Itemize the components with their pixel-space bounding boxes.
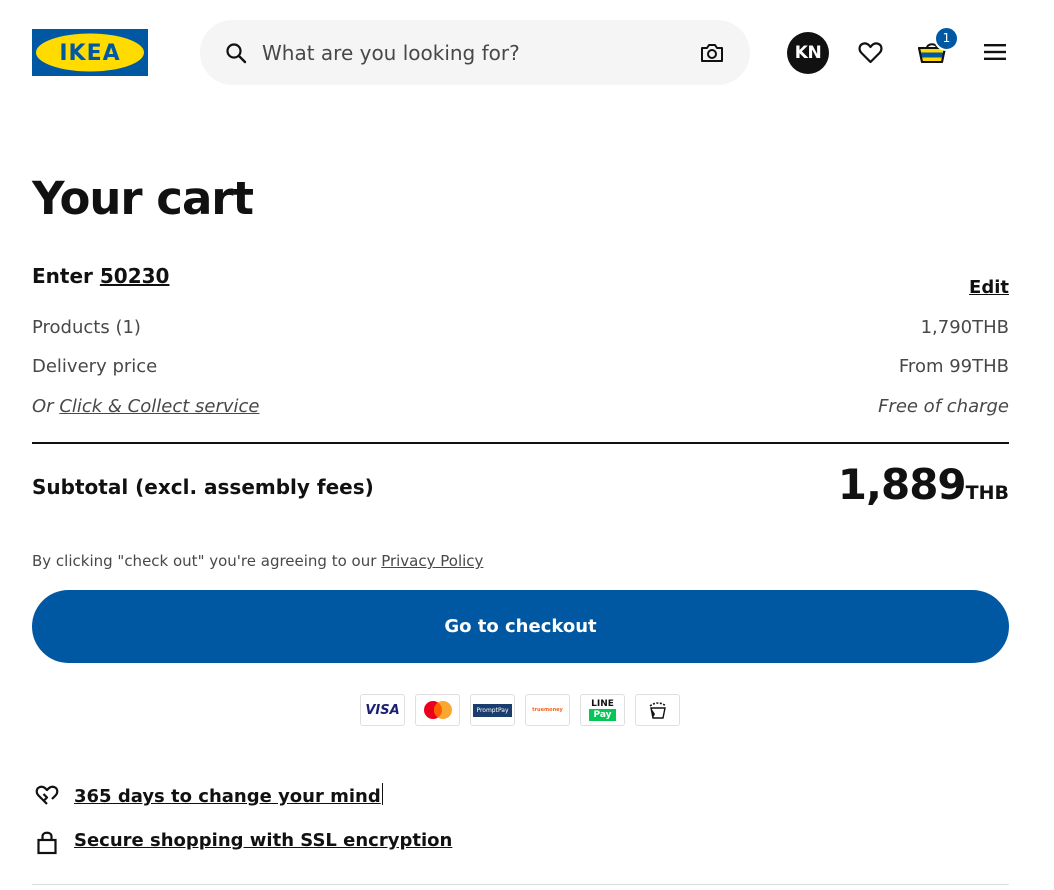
payment-methods: VISA PromptPay truemoney LINE Pay	[360, 694, 680, 726]
delivery-value: From 99THB	[898, 356, 1009, 377]
products-label: Products (1)	[32, 317, 141, 338]
click-collect-prefix: Or	[32, 396, 54, 417]
click-collect-value: Free of charge	[878, 396, 1009, 417]
wallet-icon	[635, 694, 680, 726]
checkout-button[interactable]: Go to checkout	[32, 590, 1009, 663]
search-input[interactable]	[262, 20, 682, 85]
subtotal-label: Subtotal (excl. assembly fees)	[32, 475, 374, 499]
truemoney-icon: truemoney	[525, 694, 570, 726]
visa-text: VISA	[365, 702, 400, 718]
ikea-logo[interactable]: IKEA	[32, 29, 148, 76]
bottom-divider	[32, 884, 1009, 885]
menu-icon[interactable]	[984, 43, 1006, 61]
heart-icon[interactable]	[858, 41, 883, 64]
products-value: 1,790THB	[920, 317, 1009, 338]
visa-icon: VISA	[360, 694, 405, 726]
click-collect-link[interactable]: Click & Collect service	[59, 396, 259, 417]
search-bar[interactable]	[200, 20, 750, 85]
page-title: Your cart	[32, 172, 254, 225]
usp-return-link[interactable]: 365 days to change your mind	[74, 783, 383, 807]
promptpay-icon: PromptPay	[470, 694, 515, 726]
camera-icon[interactable]	[699, 41, 725, 65]
consent-text: By clicking "check out" you're agreeing …	[32, 552, 377, 570]
delivery-label: Delivery price	[32, 356, 158, 377]
cart-count-badge: 1	[934, 26, 959, 51]
linepay-top: LINE	[591, 699, 614, 709]
search-icon[interactable]	[224, 41, 248, 65]
privacy-policy-link[interactable]: Privacy Policy	[381, 552, 483, 570]
summary-divider	[32, 442, 1009, 444]
linepay-icon: LINE Pay	[580, 694, 625, 726]
lock-icon	[37, 831, 57, 855]
logo-text: IKEA	[59, 41, 120, 66]
promptpay-text: PromptPay	[473, 703, 512, 717]
mastercard-logo	[423, 701, 452, 719]
edit-postcode-link[interactable]: Edit	[969, 277, 1009, 298]
usp-secure-link[interactable]: Secure shopping with SSL encryption	[74, 830, 452, 851]
wallet-logo	[649, 702, 666, 719]
usp-secure-shopping: Secure shopping with SSL encryption	[34, 827, 452, 857]
enter-label: Enter	[32, 264, 93, 288]
postcode-link[interactable]: 50230	[100, 264, 170, 288]
click-collect-row: Or Click & Collect service	[32, 396, 260, 417]
linepay-bottom: Pay	[589, 709, 616, 721]
subtotal-value: 1,889THB	[838, 460, 1009, 509]
subtotal-amount: 1,889	[837, 460, 967, 509]
usp-return-text: 365 days to change your mind	[74, 786, 381, 807]
usp-return-policy: 365 days to change your mind	[34, 780, 383, 810]
checkout-consent: By clicking "check out" you're agreeing …	[32, 552, 483, 570]
mastercard-icon	[415, 694, 460, 726]
heart-return-icon	[35, 785, 59, 805]
text-cursor	[381, 783, 383, 805]
subtotal-currency: THB	[965, 482, 1009, 504]
truemoney-text: truemoney	[532, 707, 563, 713]
site-header: IKEA KN 1	[0, 0, 1054, 110]
postcode-row: Enter 50230	[32, 264, 169, 288]
user-avatar[interactable]: KN	[787, 32, 829, 74]
